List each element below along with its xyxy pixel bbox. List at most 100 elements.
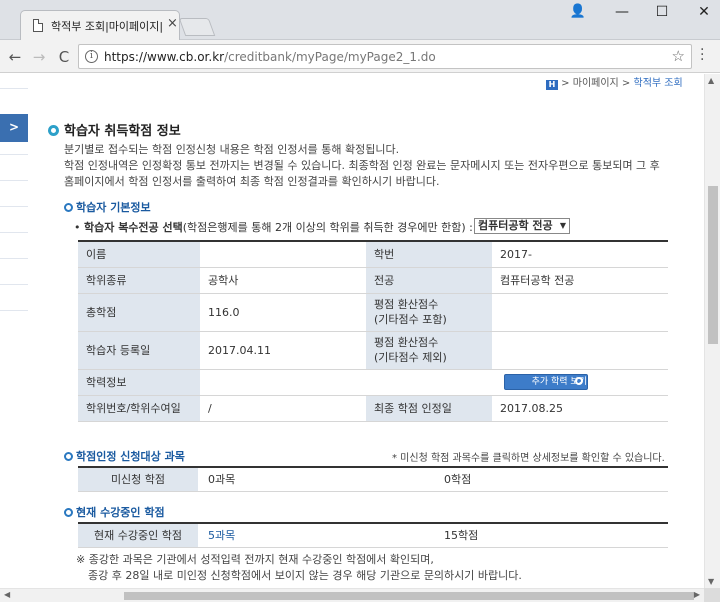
browser-menu-icon[interactable]: · · · (700, 43, 704, 67)
student-info-table: 이름 학번 2017- 학위종류 공학사 전공 컴퓨터공학 전공 총학점 116… (78, 240, 668, 422)
side-menu-toggle-button[interactable]: > (0, 114, 28, 142)
scrollbar-corner (704, 588, 720, 602)
value-student-no: 2017- (492, 241, 668, 268)
value-reg-date: 2017.04.11 (200, 331, 366, 370)
section-bullet-icon (48, 125, 59, 136)
label-gpa-incl-line2: (기타점수 포함) (374, 313, 447, 326)
label-degree-no: 학위번호/학위수여일 (78, 395, 200, 422)
tab-close-icon[interactable]: × (167, 16, 178, 31)
table-row: 미신청 학점 0과목 0학점 (78, 467, 668, 492)
major-select[interactable]: 컴퓨터공학 전공 ▼ (474, 218, 570, 234)
page-viewport: > H > 마이페이지 > 학적부 조회 학습자 취득학점 정보 분기별로 접수… (0, 74, 704, 588)
pending-title-text: 학점인정 신청대상 과목 (76, 450, 185, 463)
address-bar[interactable]: i https://www.cb.or.kr/creditbank/myPage… (78, 44, 692, 69)
bookmark-star-icon[interactable]: ☆ (672, 47, 685, 65)
breadcrumb-current: 학적부 조회 (633, 78, 683, 89)
tab-title: 학적부 조회|마이페이지| (51, 20, 163, 33)
url-path: /creditbank/myPage/myPage2_1.do (224, 50, 436, 64)
pending-table: 미신청 학점 0과목 0학점 (78, 466, 668, 492)
browser-toolbar: ← → C i https://www.cb.or.kr/creditbank/… (0, 40, 720, 73)
label-total-credits: 총학점 (78, 293, 200, 332)
label-gpa-excl-line1: 평점 환산점수 (374, 336, 439, 349)
chevron-down-icon: ▼ (559, 221, 566, 230)
pending-courses[interactable]: 0과목 (198, 467, 434, 492)
scroll-down-icon[interactable]: ▼ (708, 577, 714, 586)
subtitle-bullet-icon (64, 203, 73, 212)
rail-divider (0, 154, 28, 155)
vertical-scroll-thumb[interactable] (708, 186, 718, 344)
breadcrumb-mypage[interactable]: 마이페이지 (573, 78, 619, 89)
table-row: 학위종류 공학사 전공 컴퓨터공학 전공 (78, 267, 668, 294)
major-select-value: 컴퓨터공학 전공 (478, 219, 553, 232)
table-row: 학습자 등록일 2017.04.11 평점 환산점수 (기타점수 제외) (78, 331, 668, 370)
scroll-up-icon[interactable]: ▲ (708, 76, 714, 85)
basic-info-title-text: 학습자 기본정보 (76, 201, 151, 214)
home-icon[interactable]: H (546, 80, 558, 90)
rail-divider (0, 206, 28, 207)
label-gpa-incl-line1: 평점 환산점수 (374, 298, 439, 311)
scroll-right-icon[interactable]: ▶ (694, 590, 700, 599)
horizontal-scroll-thumb[interactable] (124, 592, 694, 600)
new-tab-button[interactable] (178, 18, 216, 36)
breadcrumb: H > 마이페이지 > 학적부 조회 (546, 74, 683, 90)
value-final-date: 2017.08.25 (492, 395, 668, 422)
horizontal-scrollbar[interactable]: ◀ ▶ (0, 588, 704, 602)
rail-divider (0, 258, 28, 259)
rail-divider (0, 310, 28, 311)
minimize-button[interactable]: — (612, 4, 632, 20)
value-degree-no: / (200, 395, 366, 422)
label-academic-history: 학력정보 (78, 369, 200, 396)
current-title: 현재 수강중인 학점 (64, 504, 165, 520)
intro-line: 홈페이지에서 학점 인정서를 출력하여 최종 학점 인정결과를 확인하시기 바랍… (64, 175, 440, 188)
table-row: 학력정보 추가 학력 보기 (78, 369, 668, 396)
value-major: 컴퓨터공학 전공 (492, 267, 668, 294)
footnote-line: ※ 종강한 과목은 기관에서 성적입력 전까지 현재 수강중인 학점에서 확인되… (76, 553, 434, 566)
reload-button[interactable]: C (55, 48, 73, 66)
major-select-row: • 학습자 복수전공 선택(학점은행제를 통해 2개 이상의 학위를 취득한 경… (74, 219, 473, 235)
breadcrumb-sep: > (558, 78, 573, 89)
url-text[interactable]: https://www.cb.or.kr/creditbank/myPage/m… (104, 50, 436, 64)
label-name: 이름 (78, 241, 200, 268)
browser-tab[interactable]: 학적부 조회|마이페이지| × (20, 10, 180, 40)
section-title: 학습자 취득학점 정보 (48, 120, 181, 139)
label-gpa-excl: 평점 환산점수 (기타점수 제외) (366, 331, 492, 370)
current-table: 현재 수강중인 학점 5과목 15학점 (78, 522, 668, 548)
label-reg-date: 학습자 등록일 (78, 331, 200, 370)
scroll-left-icon[interactable]: ◀ (4, 590, 10, 599)
breadcrumb-sep: > (618, 78, 634, 89)
maximize-button[interactable]: ☐ (652, 4, 672, 20)
value-gpa-incl (492, 293, 668, 332)
browser-titlebar: 학적부 조회|마이페이지| × 👤 — ☐ ✕ (0, 0, 720, 40)
user-icon[interactable]: 👤 (568, 4, 588, 19)
rail-divider (0, 232, 28, 233)
label-major: 전공 (366, 267, 492, 294)
current-title-text: 현재 수강중인 학점 (76, 506, 165, 519)
basic-info-title: 학습자 기본정보 (64, 199, 151, 215)
forward-button[interactable]: → (30, 48, 48, 66)
intro-line: 분기별로 접수되는 학점 인정신청 내용은 학점 인정서를 통해 확정됩니다. (64, 143, 400, 156)
label-student-no: 학번 (366, 241, 492, 268)
intro-text: 분기별로 접수되는 학점 인정신청 내용은 학점 인정서를 통해 확정됩니다. … (64, 142, 684, 190)
value-gpa-excl (492, 331, 668, 370)
major-select-label: 학습자 복수전공 선택 (84, 221, 183, 234)
current-courses-link[interactable]: 5과목 (198, 523, 434, 548)
url-host: https://www.cb.or.kr (104, 50, 225, 64)
intro-line: 학점 인정내역은 인정확정 통보 전까지는 변경될 수 있습니다. 최종학점 인… (64, 159, 660, 172)
vertical-scrollbar[interactable]: ▲ ▼ (704, 74, 720, 588)
back-button[interactable]: ← (6, 48, 24, 66)
left-rail (0, 74, 28, 588)
site-info-icon[interactable]: i (85, 50, 98, 63)
rail-divider (0, 88, 28, 89)
rail-divider (0, 284, 28, 285)
footnote: ※ 종강한 과목은 기관에서 성적입력 전까지 현재 수강중인 학점에서 확인되… (76, 552, 522, 584)
value-degree-type: 공학사 (200, 267, 366, 294)
select-bullet: • (74, 221, 81, 234)
subtitle-bullet-icon (64, 508, 73, 517)
section-title-text: 학습자 취득학점 정보 (64, 124, 181, 139)
pending-title: 학점인정 신청대상 과목 (64, 448, 185, 464)
pending-credits: 0학점 (434, 467, 668, 492)
close-window-button[interactable]: ✕ (694, 4, 714, 20)
current-credits: 15학점 (434, 523, 668, 548)
table-row: 학위번호/학위수여일 / 최종 학점 인정일 2017.08.25 (78, 395, 668, 422)
view-more-history-button[interactable]: 추가 학력 보기 (504, 374, 588, 390)
